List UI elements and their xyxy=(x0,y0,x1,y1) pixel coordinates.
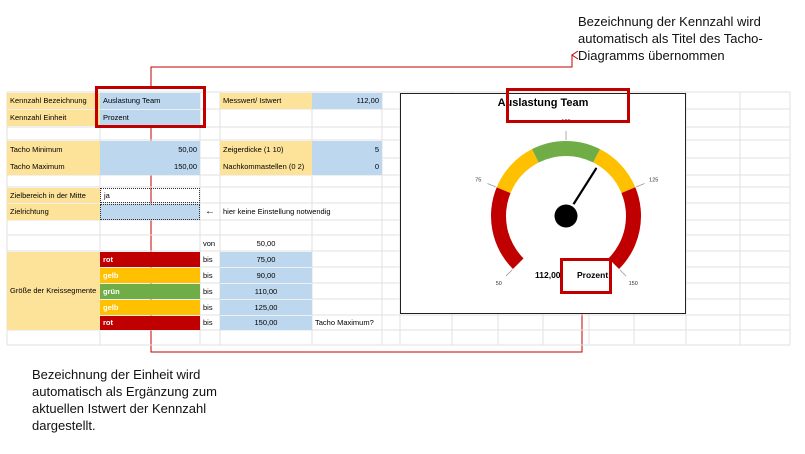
input-messwert[interactable]: 112,00 xyxy=(312,93,382,109)
gauge-needle xyxy=(569,167,598,211)
label-bis-5: bis xyxy=(203,318,213,328)
input-tacho-minimum[interactable]: 50,00 xyxy=(100,141,200,158)
input-tacho-maximum[interactable]: 150,00 xyxy=(100,158,200,175)
gauge-svg: 5075100125150 xyxy=(475,119,658,287)
label-von: von xyxy=(203,238,216,248)
highlight-kennzahl-inputs xyxy=(95,86,206,128)
input-zeigerdicke[interactable]: 5 xyxy=(312,141,382,158)
gauge-tick-2 xyxy=(487,183,496,188)
gauge-value-label: 112,00 xyxy=(535,270,561,280)
label-tacho-maximum: Tacho Maximum xyxy=(7,158,100,175)
gauge-tick-label-4: 125 xyxy=(649,178,658,184)
gauge-band-5 xyxy=(608,187,641,270)
input-segment-bis-4[interactable]: 125,00 xyxy=(220,300,312,315)
gauge-tick-label-1: 50 xyxy=(496,281,502,287)
gauge-tick-5 xyxy=(619,269,627,277)
label-bis-2: bis xyxy=(203,270,213,280)
segment-name-4: gelb xyxy=(100,300,200,315)
gauge-tick-label-5: 150 xyxy=(629,281,638,287)
label-kennzahl-einheit: Kennzahl Einheit xyxy=(7,110,100,126)
input-zielbereich[interactable]: ja xyxy=(100,188,200,203)
input-segment-bis-3[interactable]: 110,00 xyxy=(220,284,312,299)
segment-name-3: grün xyxy=(100,284,200,299)
hint-text: hier keine Einstellung notwendig xyxy=(223,207,331,217)
gauge-chart[interactable]: Auslastung Team 50 75 100 125 150 112,00 Pro… xyxy=(400,93,686,314)
input-segment-bis-2[interactable]: 90,00 xyxy=(220,268,312,283)
label-bis-4: bis xyxy=(203,302,213,312)
label-bis-3: bis xyxy=(203,286,213,296)
hint-arrow-icon: ← xyxy=(205,206,215,217)
gauge-tick-label-2: 75 xyxy=(475,178,481,184)
label-messwert: Messwert/ Istwert xyxy=(220,93,312,109)
label-tacho-minimum: Tacho Minimum xyxy=(7,141,100,158)
gauge-band-3 xyxy=(531,141,601,163)
label-kreissegmente: Größe der Kreissegmente xyxy=(7,252,100,330)
label-zielrichtung: Zielrichtung xyxy=(7,204,100,220)
gauge-band-1 xyxy=(491,187,524,270)
input-nachkommastellen[interactable]: 0 xyxy=(312,158,382,175)
gauge-hub xyxy=(554,204,578,228)
segment-name-2: gelb xyxy=(100,268,200,283)
gauge-band-2 xyxy=(496,149,539,194)
segment-name-5: rot xyxy=(100,316,200,330)
highlight-gauge-unit xyxy=(560,258,612,294)
highlight-gauge-title xyxy=(506,88,630,123)
gauge-tick-4 xyxy=(636,183,645,188)
label-zielbereich: Zielbereich in der Mitte xyxy=(7,188,100,203)
input-zielrichtung[interactable] xyxy=(100,204,200,220)
label-nachkommastellen: Nachkommastellen (0 2) xyxy=(220,158,312,175)
label-zeigerdicke: Zeigerdicke (1 10) xyxy=(220,141,312,158)
input-segment-bis-5[interactable]: 150,00 xyxy=(220,316,312,330)
gauge-tick-1 xyxy=(505,269,513,277)
input-segment-bis-1[interactable]: 75,00 xyxy=(220,252,312,267)
label-bis-1: bis xyxy=(203,254,213,264)
value-von: 50,00 xyxy=(256,238,276,248)
segment-name-1: rot xyxy=(100,252,200,267)
gauge-band-4 xyxy=(593,149,636,194)
hint-tacho-maximum: Tacho Maximum? xyxy=(315,318,374,328)
label-kennzahl-bezeichnung: Kennzahl Bezeichnung xyxy=(7,93,100,109)
